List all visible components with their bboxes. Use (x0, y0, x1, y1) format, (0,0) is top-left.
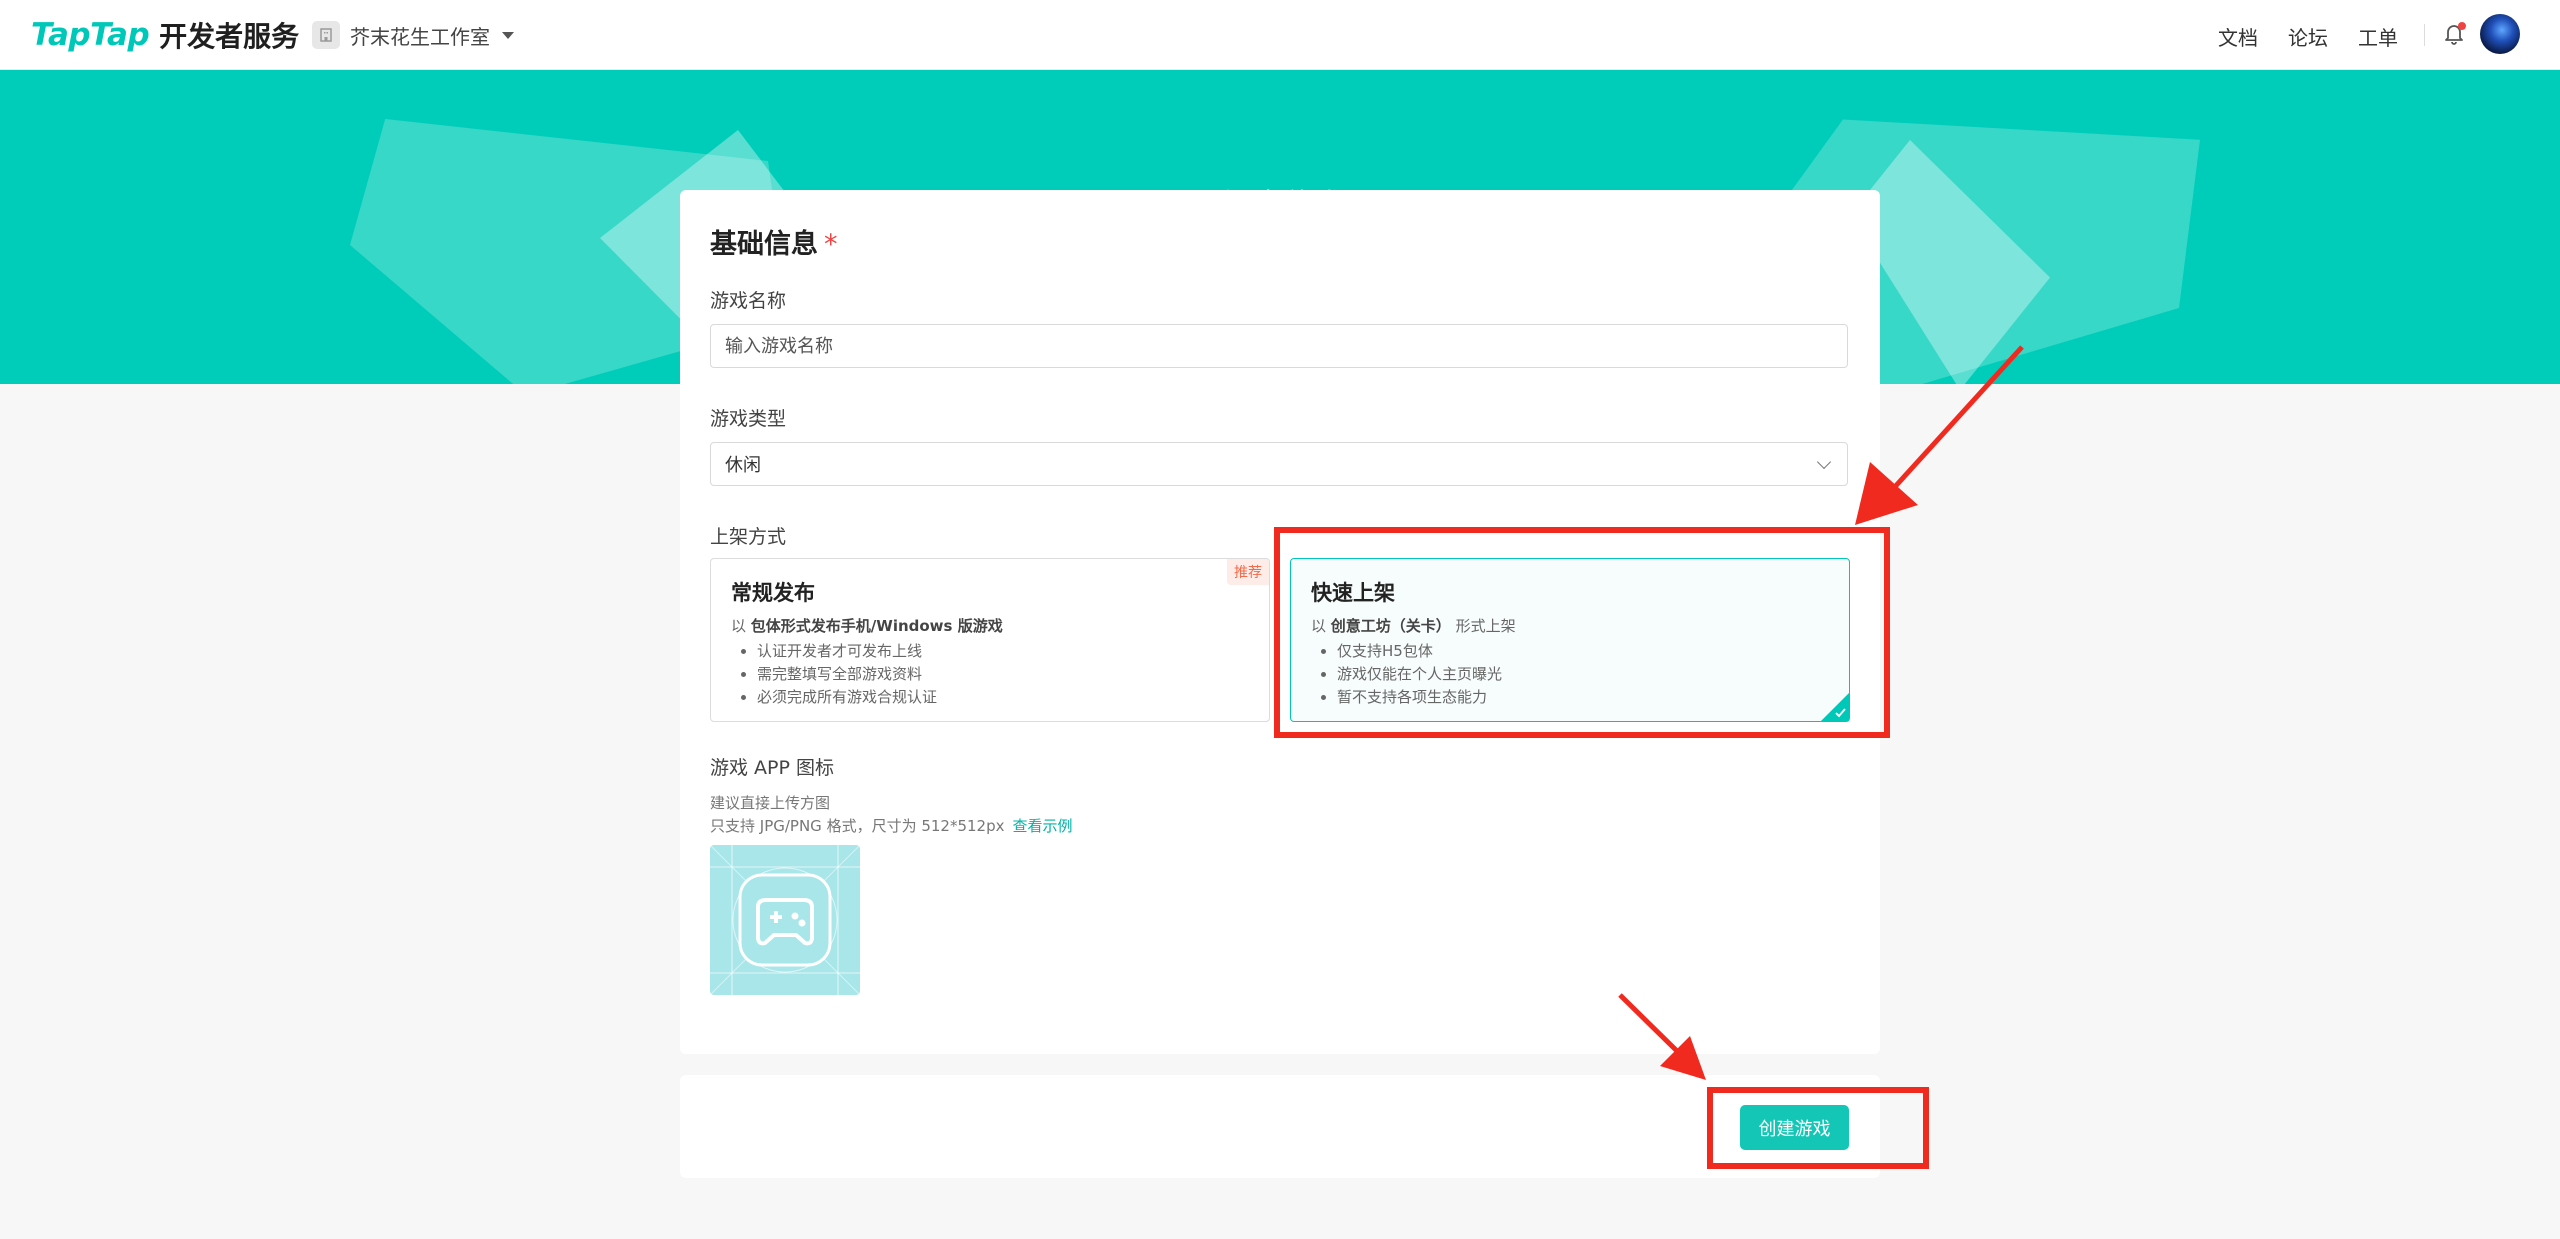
annotation-highlight-box (1274, 527, 1890, 738)
user-avatar[interactable] (2480, 14, 2520, 54)
game-type-label: 游戏类型 (710, 408, 787, 430)
option-title: 常规发布 (731, 581, 815, 605)
game-type-select[interactable]: 休闲 (710, 442, 1848, 486)
app-icon-hint-text: 只支持 JPG/PNG 格式，尺寸为 512*512px (710, 817, 1005, 835)
list-item: 认证开发者才可发布上线 (757, 640, 937, 663)
list-item: 需完整填写全部游戏资料 (757, 663, 937, 686)
form-footer-bar (680, 1075, 1880, 1178)
notification-bell-icon[interactable] (2441, 20, 2467, 48)
section-title-text: 基础信息 (710, 229, 818, 260)
option-desc-bold: 包体形式发布手机/Windows 版游戏 (750, 617, 1003, 635)
chevron-down-icon (502, 31, 514, 39)
notification-dot (2458, 22, 2466, 30)
publish-option-regular[interactable]: 常规发布 以 包体形式发布手机/Windows 版游戏 认证开发者才可发布上线 … (710, 558, 1270, 722)
app-icon-hint-line2: 只支持 JPG/PNG 格式，尺寸为 512*512px 查看示例 (710, 815, 1073, 836)
header-divider (2424, 24, 2425, 46)
recommended-badge: 推荐 (1227, 559, 1269, 585)
option-bullet-list: 认证开发者才可发布上线 需完整填写全部游戏资料 必须完成所有游戏合规认证 (737, 640, 937, 709)
top-navigation-bar: TapTap 开发者服务 芥末花生工作室 文档 论坛 工单 (0, 0, 2560, 70)
section-title-basic-info: 基础信息 * (710, 222, 838, 261)
game-type-value: 休闲 (725, 455, 761, 476)
app-icon-label: 游戏 APP 图标 (710, 757, 834, 779)
studio-building-icon (312, 21, 340, 49)
option-description: 以 包体形式发布手机/Windows 版游戏 (731, 615, 1003, 636)
required-mark: * (824, 229, 838, 260)
brand-service-text: 开发者服务 (159, 20, 300, 53)
nav-docs-link[interactable]: 文档 (2218, 22, 2258, 51)
game-name-label: 游戏名称 (710, 290, 787, 312)
annotation-highlight-box (1707, 1087, 1929, 1169)
view-example-link[interactable]: 查看示例 (1013, 817, 1073, 835)
brand-taptap-text: TapTap (31, 17, 150, 53)
publish-method-label: 上架方式 (710, 526, 787, 548)
studio-name: 芥末花生工作室 (350, 24, 490, 49)
list-item: 必须完成所有游戏合规认证 (757, 686, 937, 709)
game-name-input[interactable] (710, 324, 1848, 368)
taptap-developer-logo[interactable]: TapTap 开发者服务 (31, 16, 299, 54)
chevron-down-icon (1816, 454, 1832, 470)
nav-forum-link[interactable]: 论坛 (2288, 22, 2328, 51)
option-desc-prefix: 以 (731, 617, 747, 635)
gamepad-placeholder-icon (710, 845, 860, 995)
nav-ticket-link[interactable]: 工单 (2358, 22, 2398, 51)
studio-switcher[interactable]: 芥末花生工作室 (312, 19, 514, 51)
app-icon-hint-line1: 建议直接上传方图 (710, 794, 831, 812)
app-icon-uploader[interactable] (710, 845, 860, 995)
